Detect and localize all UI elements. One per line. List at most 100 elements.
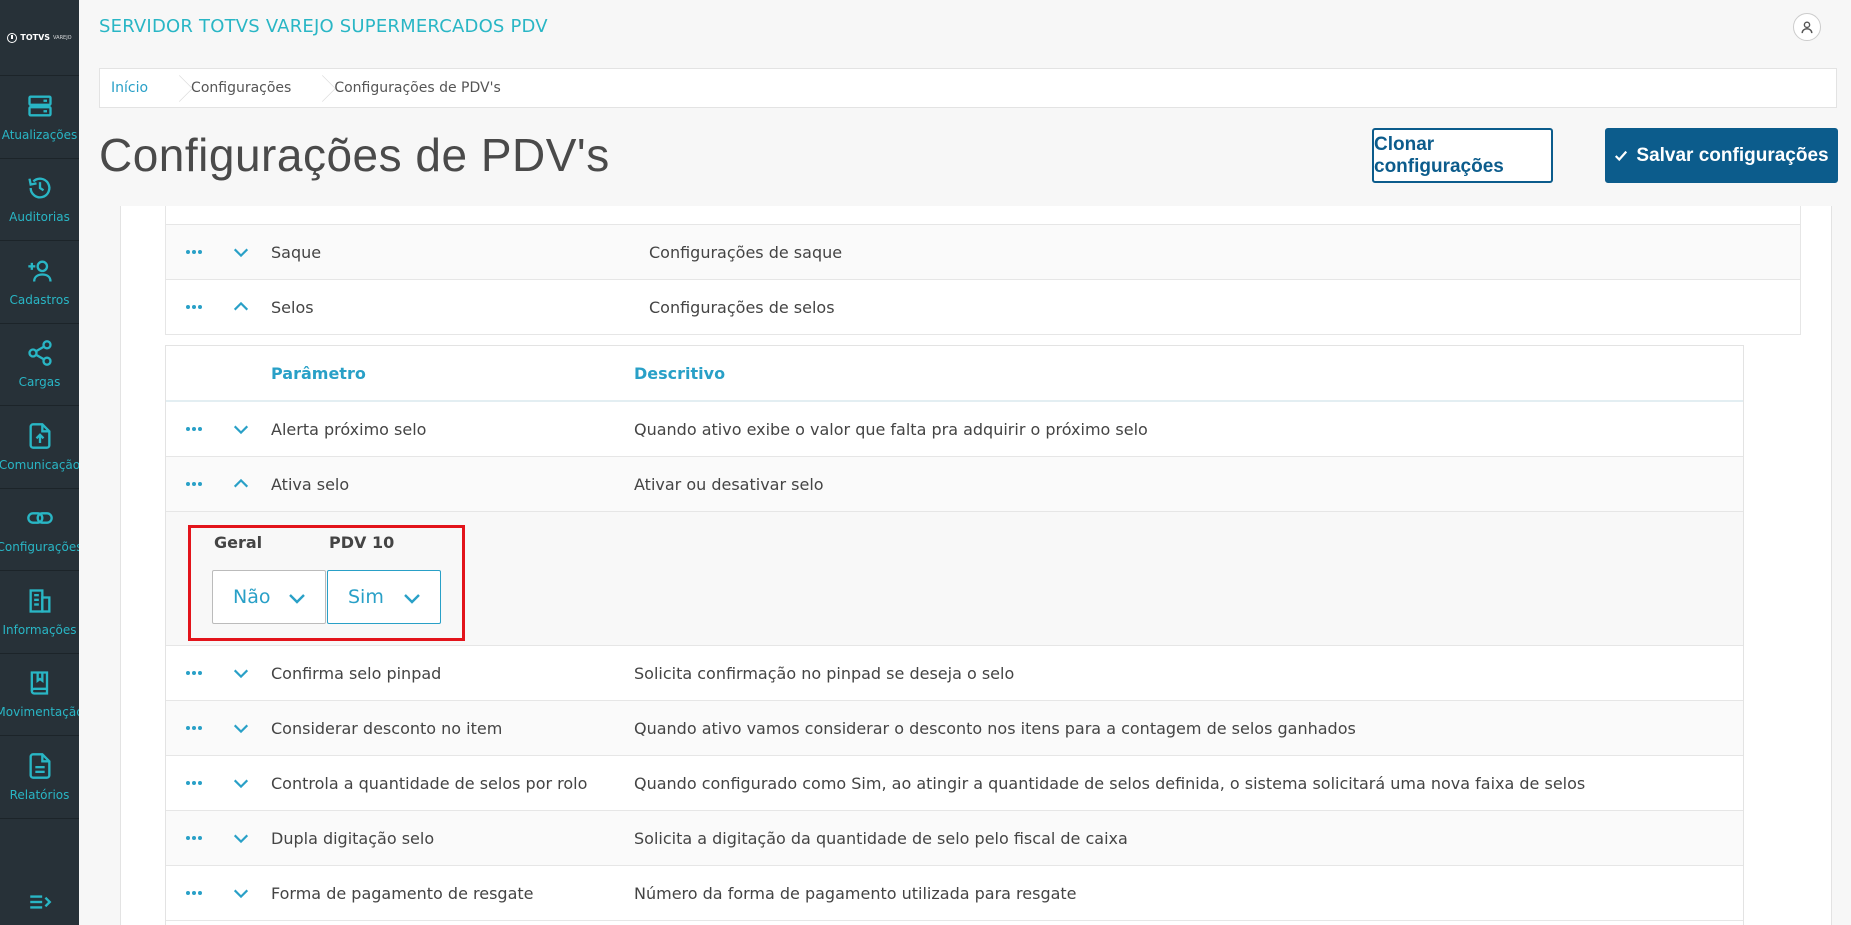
chevron-down-icon [233,724,249,734]
parameter-name: Ativa selo [271,474,350,494]
more-dot [185,427,190,431]
pdv-select[interactable]: Sim [327,570,441,624]
chevron-up-icon [233,478,249,488]
link-icon [26,512,53,525]
user-icon [1801,21,1813,34]
more-options-button[interactable] [166,250,221,254]
logo-subtext: VAREJO [53,34,72,41]
group-name: Saque [271,242,322,262]
parameter-name: Controla a quantidade de selos por rolo [271,773,588,793]
table-row-partial [166,206,1800,225]
more-dot [197,305,202,309]
more-options-button[interactable] [166,671,221,675]
sidebar: TOTVS VAREJO Atualizações Auditorias Cad… [0,0,79,925]
table-row: Alerta próximo selo Quando ativo exibe o… [166,402,1743,457]
parameter-name: Dupla digitação selo [271,828,435,848]
user-plus-icon [27,260,52,282]
parameters-table: Parâmetro Descritivo Alerta próximo selo… [165,345,1744,925]
column-header-descritivo[interactable]: Descritivo [634,364,1743,383]
table-row: Forma de pagamento de resgate Número da … [166,866,1743,921]
parameter-name: Forma de pagamento de resgate [271,883,534,903]
collapse-row-button[interactable] [221,475,261,493]
select-value: Não [233,586,271,608]
building-icon [29,589,50,613]
breadcrumb-current: Configurações de PDV's [334,80,501,96]
more-dot [191,250,196,254]
more-dot [185,891,190,895]
expand-row-button[interactable] [221,884,261,902]
sidebar-item-movimentacao[interactable]: Movimentação [0,654,79,736]
table-row: Dupla digitação selo Solicita a digitaçã… [166,811,1743,866]
sidebar-item-configuracoes[interactable]: Configurações [0,489,79,571]
chevron-down-icon [233,834,249,844]
breadcrumb-configuracoes[interactable]: Configurações [180,69,313,107]
more-dot [185,726,190,730]
user-avatar-button[interactable] [1793,13,1821,41]
save-config-button[interactable]: Salvar configurações [1605,128,1838,183]
sidebar-item-auditorias[interactable]: Auditorias [0,159,79,241]
sidebar-item-relatorios[interactable]: Relatórios [0,736,79,819]
geral-select[interactable]: Não [212,570,326,624]
more-dot [197,482,202,486]
more-options-button[interactable] [166,836,221,840]
check-icon [1615,150,1628,161]
more-options-button[interactable] [166,305,221,309]
breadcrumb-separator [170,69,180,107]
more-options-button[interactable] [166,482,221,486]
chevron-down-icon [233,248,249,258]
parameter-name: Confirma selo pinpad [271,663,442,683]
collapse-menu-icon [30,895,52,909]
sidebar-item-atualizacoes[interactable]: Atualizações [0,76,79,159]
sidebar-item-label: Cargas [18,375,61,390]
select-value: Sim [348,586,384,608]
chevron-down-icon [289,594,305,604]
clone-config-label: Clonar configurações [1374,133,1504,177]
sidebar-item-comunicacao[interactable]: Comunicação [0,406,79,489]
table-row: Controla a quantidade de selos por rolo … [166,756,1743,811]
collapse-menu-button[interactable] [27,889,53,915]
more-dot [197,250,202,254]
more-dot [191,836,196,840]
app-title: SERVIDOR TOTVS VAREJO SUPERMERCADOS PDV [99,16,548,37]
more-dot [197,836,202,840]
chevron-up-icon [233,301,249,311]
more-dot [197,671,202,675]
parameter-description: Solicita a digitação da quantidade de se… [634,828,1128,848]
more-dot [185,671,190,675]
more-dot [185,781,190,785]
expand-row-button[interactable] [221,774,261,792]
config-panel: Saque Configurações de saque Selos Confi… [120,206,1832,925]
sidebar-item-informacoes[interactable]: Informações [0,571,79,654]
table-row: Ativa selo Ativar ou desativar selo [166,457,1743,512]
chevron-down-icon [404,594,420,604]
expanded-parameter-detail: Geral PDV 10 Não Sim [166,512,1743,646]
group-name: Selos [271,297,314,317]
more-options-button[interactable] [166,427,221,431]
collapse-row-button[interactable] [221,298,261,316]
page-title: Configurações de PDV's [99,129,610,181]
expand-row-button[interactable] [221,243,261,261]
sidebar-item-label: Atualizações [1,127,78,142]
sidebar-item-label: Cadastros [9,292,70,307]
file-upload-icon [29,422,50,449]
expand-row-button[interactable] [221,420,261,438]
clone-config-button[interactable]: Clonar configurações [1372,128,1553,183]
sidebar-item-label: Auditorias [9,210,70,225]
sidebar-item-label: Configurações [0,540,79,555]
group-description: Configurações de selos [649,297,835,317]
expand-row-button[interactable] [221,829,261,847]
more-options-button[interactable] [166,891,221,895]
breadcrumb-inicio[interactable]: Início [100,69,170,107]
parameter-name: Considerar desconto no item [271,718,503,738]
more-options-button[interactable] [166,726,221,730]
more-dot [197,427,202,431]
expand-row-button[interactable] [221,719,261,737]
more-dot [191,671,196,675]
expand-row-button[interactable] [221,664,261,682]
breadcrumb-separator [313,69,323,107]
group-description: Configurações de saque [649,242,843,262]
more-options-button[interactable] [166,781,221,785]
sidebar-item-cadastros[interactable]: Cadastros [0,241,79,324]
column-header-parametro[interactable]: Parâmetro [261,364,634,383]
sidebar-item-cargas[interactable]: Cargas [0,324,79,406]
